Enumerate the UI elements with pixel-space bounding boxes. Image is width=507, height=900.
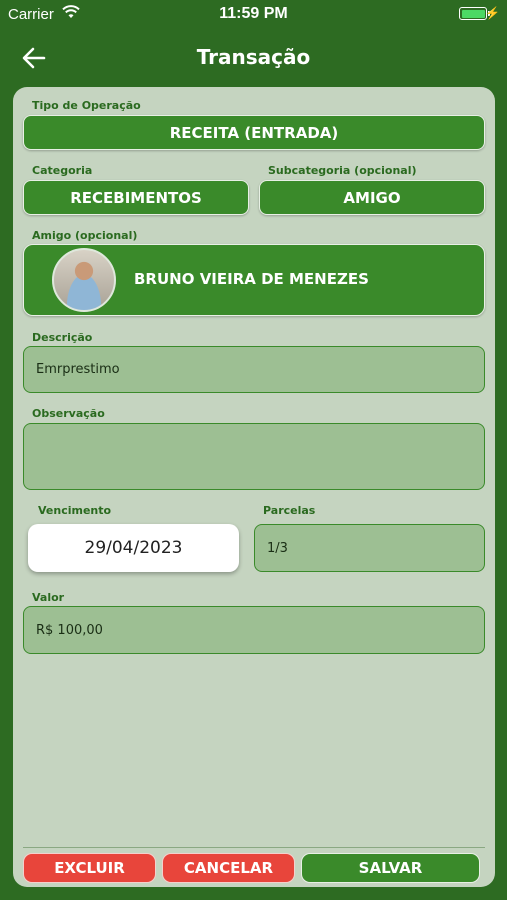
parcelas-label: Parcelas [263, 504, 316, 517]
battery-icon [459, 7, 490, 20]
page-title: Transação [196, 45, 311, 69]
tipo-operacao-button[interactable]: RECEITA (ENTRADA) [23, 115, 485, 150]
valor-input[interactable]: R$ 100,00 [23, 606, 485, 654]
friend-selector[interactable]: BRUNO VIEIRA DE MENEZES [23, 244, 485, 316]
charging-bolt-icon: ⚡ [485, 6, 500, 20]
amigo-label: Amigo (opcional) [32, 229, 138, 242]
cancelar-button[interactable]: CANCELAR [162, 853, 295, 883]
transaction-form: Tipo de Operação RECEITA (ENTRADA) Categ… [13, 87, 495, 887]
descricao-label: Descrição [32, 331, 93, 344]
descricao-input[interactable]: Emrprestimo [23, 346, 485, 393]
vencimento-label: Vencimento [38, 504, 112, 517]
valor-label: Valor [32, 591, 65, 604]
salvar-button[interactable]: SALVAR [301, 853, 480, 883]
status-bar: Carrier 11:59 PM ⚡ [0, 0, 507, 28]
categoria-button[interactable]: RECEBIMENTOS [23, 180, 249, 215]
subcategoria-label: Subcategoria (opcional) [268, 164, 417, 177]
vencimento-date-picker[interactable]: 29/04/2023 [28, 524, 239, 572]
subcategoria-button[interactable]: AMIGO [259, 180, 485, 215]
divider [23, 847, 485, 848]
excluir-button[interactable]: EXCLUIR [23, 853, 156, 883]
observacao-label: Observação [32, 407, 105, 420]
navigation-bar: Transação [0, 36, 507, 80]
tipo-operacao-label: Tipo de Operação [32, 99, 141, 112]
parcelas-input[interactable]: 1/3 [254, 524, 485, 572]
friend-name: BRUNO VIEIRA DE MENEZES [134, 270, 369, 288]
clock: 11:59 PM [219, 5, 288, 22]
avatar [52, 248, 116, 312]
observacao-input[interactable] [23, 423, 485, 490]
categoria-label: Categoria [32, 164, 93, 177]
